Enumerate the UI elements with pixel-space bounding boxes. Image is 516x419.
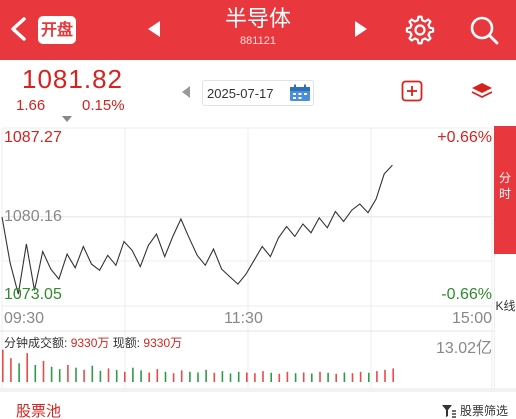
volume-bar bbox=[213, 372, 216, 382]
volume-bar bbox=[311, 373, 313, 382]
tab-intraday[interactable]: 分时 bbox=[494, 126, 516, 254]
volume-value: 9330万 bbox=[70, 336, 110, 350]
price-change: 1.66 bbox=[16, 97, 46, 114]
volume-bar bbox=[262, 371, 264, 382]
y-min-label: 1073.05 bbox=[4, 286, 62, 303]
volume-bar bbox=[197, 372, 199, 382]
volume-max-label: 13.02亿 bbox=[435, 340, 492, 357]
volume-bar bbox=[99, 370, 102, 382]
calendar-icon bbox=[290, 84, 310, 101]
filter-icon bbox=[441, 404, 456, 418]
volume-info: 分钟成交额: 9330万 现额: 9330万 bbox=[4, 334, 182, 351]
volume-bar bbox=[237, 371, 240, 382]
volume-bar bbox=[91, 365, 94, 382]
pct-max-label: +0.66% bbox=[437, 129, 492, 146]
price-line bbox=[1, 164, 393, 295]
volume-bar bbox=[294, 373, 297, 382]
pct-min-label: -0.66% bbox=[441, 286, 492, 303]
volume-bar bbox=[26, 353, 28, 382]
volume-bar bbox=[392, 368, 394, 382]
volume-bar bbox=[67, 365, 69, 382]
volume-bar bbox=[75, 367, 77, 382]
x-label-open: 09:30 bbox=[4, 310, 45, 327]
stock-title: 半导体 881121 bbox=[200, 6, 316, 48]
date-picker[interactable]: 2025-07-17 bbox=[202, 80, 314, 106]
volume-bar bbox=[107, 368, 110, 382]
search-icon[interactable] bbox=[468, 14, 500, 46]
volume-bar bbox=[140, 370, 142, 382]
volume-bar bbox=[10, 358, 12, 382]
volume-bar bbox=[156, 369, 159, 382]
y-mid-label: 1080.16 bbox=[4, 208, 62, 225]
volume-bar bbox=[335, 373, 337, 382]
volume-bar bbox=[164, 371, 167, 382]
stock-filter-button[interactable]: 股票筛选 bbox=[441, 402, 508, 419]
prev-stock-icon[interactable] bbox=[146, 20, 162, 38]
volume-bar bbox=[83, 369, 85, 382]
volume-bar bbox=[368, 372, 370, 382]
volume-bar bbox=[229, 373, 232, 382]
add-watchlist-icon[interactable] bbox=[401, 80, 423, 102]
stock-code: 881121 bbox=[240, 35, 276, 47]
volume-bar bbox=[115, 370, 118, 382]
volume-bar bbox=[18, 363, 20, 382]
open-market-badge: 开盘 bbox=[38, 16, 76, 44]
volume-bar bbox=[384, 369, 386, 382]
volume-label: 分钟成交额: bbox=[4, 336, 68, 350]
tab-kline[interactable]: K线 bbox=[494, 254, 516, 388]
volume-bar bbox=[376, 371, 378, 382]
volume-bar bbox=[221, 371, 224, 382]
volume-bar bbox=[148, 372, 150, 382]
intraday-chart[interactable]: 1087.27 +0.66% 1080.16 1073.05 -0.66% 09… bbox=[0, 126, 494, 388]
volume-bar bbox=[343, 372, 346, 382]
next-stock-icon[interactable] bbox=[353, 20, 369, 38]
back-button[interactable]: 开盘 bbox=[8, 12, 76, 46]
x-label-close: 15:00 bbox=[451, 310, 492, 327]
stock-pool-tab[interactable]: 股票池 bbox=[16, 400, 61, 419]
volume-bar bbox=[286, 371, 289, 382]
expand-quote-icon[interactable] bbox=[62, 116, 72, 122]
volume-bar bbox=[270, 372, 272, 382]
volume-bar bbox=[205, 369, 207, 382]
top-bar: 开盘 半导体 881121 bbox=[0, 0, 516, 60]
price-change-percent: 0.15% bbox=[82, 97, 125, 114]
volume-bar bbox=[351, 373, 354, 382]
volume-bar bbox=[254, 373, 256, 382]
volume-bar bbox=[246, 372, 248, 382]
volume-bar bbox=[132, 367, 134, 382]
volume-bar bbox=[180, 370, 183, 382]
volume-bar bbox=[124, 371, 126, 382]
volume-bar bbox=[58, 369, 61, 382]
y-max-label: 1087.27 bbox=[4, 129, 62, 146]
volume-bar bbox=[319, 371, 321, 382]
volume-bar bbox=[359, 371, 362, 382]
volume-bar bbox=[42, 360, 45, 382]
volume-bar bbox=[189, 371, 191, 382]
volume-bar bbox=[50, 366, 53, 382]
layers-icon[interactable] bbox=[470, 80, 494, 102]
volume-bar bbox=[302, 372, 305, 382]
x-label-mid: 11:30 bbox=[224, 310, 263, 327]
volume-bar bbox=[327, 372, 329, 382]
divider bbox=[0, 388, 516, 392]
prev-date-icon[interactable] bbox=[182, 86, 190, 98]
gear-icon[interactable] bbox=[405, 15, 435, 45]
stock-detail-screen: 开盘 半导体 881121 1081.82 1.66 0.15% 2025-07… bbox=[0, 0, 516, 419]
current-volume-label: 现额: bbox=[112, 336, 141, 350]
stock-filter-label: 股票筛选 bbox=[459, 404, 508, 418]
current-volume-value: 9330万 bbox=[143, 336, 183, 350]
volume-bar bbox=[34, 365, 37, 382]
stock-name: 半导体 bbox=[224, 7, 291, 32]
current-price: 1081.82 bbox=[22, 64, 123, 94]
date-value: 2025-07-17 bbox=[207, 86, 274, 101]
volume-bar bbox=[2, 349, 4, 382]
volume-bar bbox=[172, 373, 175, 382]
volume-bar bbox=[278, 373, 281, 382]
chevron-left-icon bbox=[11, 17, 26, 41]
